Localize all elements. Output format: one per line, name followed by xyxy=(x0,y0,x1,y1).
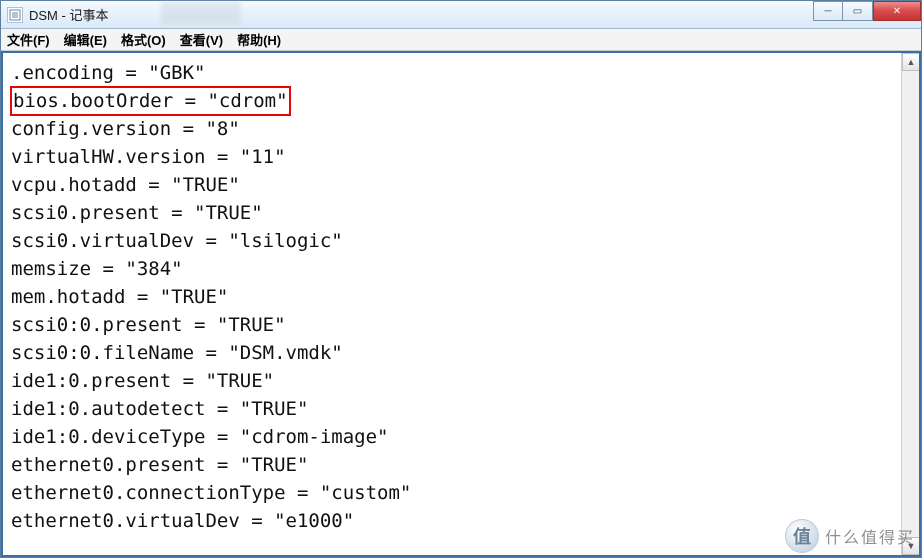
text-line: ethernet0.present = "TRUE" xyxy=(11,451,893,479)
text-line: ethernet0.virtualDev = "e1000" xyxy=(11,507,893,535)
text-line-highlighted: bios.bootOrder = "cdrom" xyxy=(11,87,290,115)
menu-view[interactable]: 查看(V) xyxy=(180,30,223,49)
maximize-button[interactable]: ▭ xyxy=(843,1,873,21)
menubar: 文件(F) 编辑(E) 格式(O) 查看(V) 帮助(H) xyxy=(1,29,921,51)
minimize-button[interactable]: ─ xyxy=(813,1,843,21)
minimize-icon: ─ xyxy=(824,6,831,17)
titlebar[interactable]: DSM - 记事本 ─ ▭ ✕ xyxy=(1,1,921,29)
editor-frame: .encoding = "GBK"bios.bootOrder = "cdrom… xyxy=(1,51,921,557)
text-line: scsi0.virtualDev = "lsilogic" xyxy=(11,227,893,255)
close-icon: ✕ xyxy=(893,6,901,17)
text-line: .encoding = "GBK" xyxy=(11,59,893,87)
menu-help[interactable]: 帮助(H) xyxy=(237,30,281,49)
text-line: config.version = "8" xyxy=(11,115,893,143)
menu-edit[interactable]: 编辑(E) xyxy=(64,30,107,49)
text-line: scsi0:0.present = "TRUE" xyxy=(11,311,893,339)
notepad-icon xyxy=(7,7,23,23)
scroll-down-button[interactable]: ▼ xyxy=(902,537,920,555)
text-line: mem.hotadd = "TRUE" xyxy=(11,283,893,311)
text-line: ide1:0.autodetect = "TRUE" xyxy=(11,395,893,423)
vertical-scrollbar[interactable]: ▲ ▼ xyxy=(901,53,919,555)
close-button[interactable]: ✕ xyxy=(873,1,921,21)
text-line: ethernet0.connectionType = "custom" xyxy=(11,479,893,507)
text-line: scsi0.present = "TRUE" xyxy=(11,199,893,227)
text-line: vcpu.hotadd = "TRUE" xyxy=(11,171,893,199)
text-line: scsi0:0.fileName = "DSM.vmdk" xyxy=(11,339,893,367)
text-line: ide1:0.deviceType = "cdrom-image" xyxy=(11,423,893,451)
window-title: DSM - 记事本 xyxy=(29,5,108,24)
background-blur xyxy=(161,2,241,24)
maximize-icon: ▭ xyxy=(853,6,862,17)
text-line: memsize = "384" xyxy=(11,255,893,283)
text-line: virtualHW.version = "11" xyxy=(11,143,893,171)
text-line: ide1:0.present = "TRUE" xyxy=(11,367,893,395)
scroll-up-button[interactable]: ▲ xyxy=(902,53,920,71)
window-controls: ─ ▭ ✕ xyxy=(813,1,921,21)
menu-format[interactable]: 格式(O) xyxy=(121,30,166,49)
notepad-window: DSM - 记事本 ─ ▭ ✕ 文件(F) 编辑(E) 格式(O) 查看(V) … xyxy=(0,0,922,558)
editor-area[interactable]: .encoding = "GBK"bios.bootOrder = "cdrom… xyxy=(3,53,901,555)
menu-file[interactable]: 文件(F) xyxy=(7,30,50,49)
